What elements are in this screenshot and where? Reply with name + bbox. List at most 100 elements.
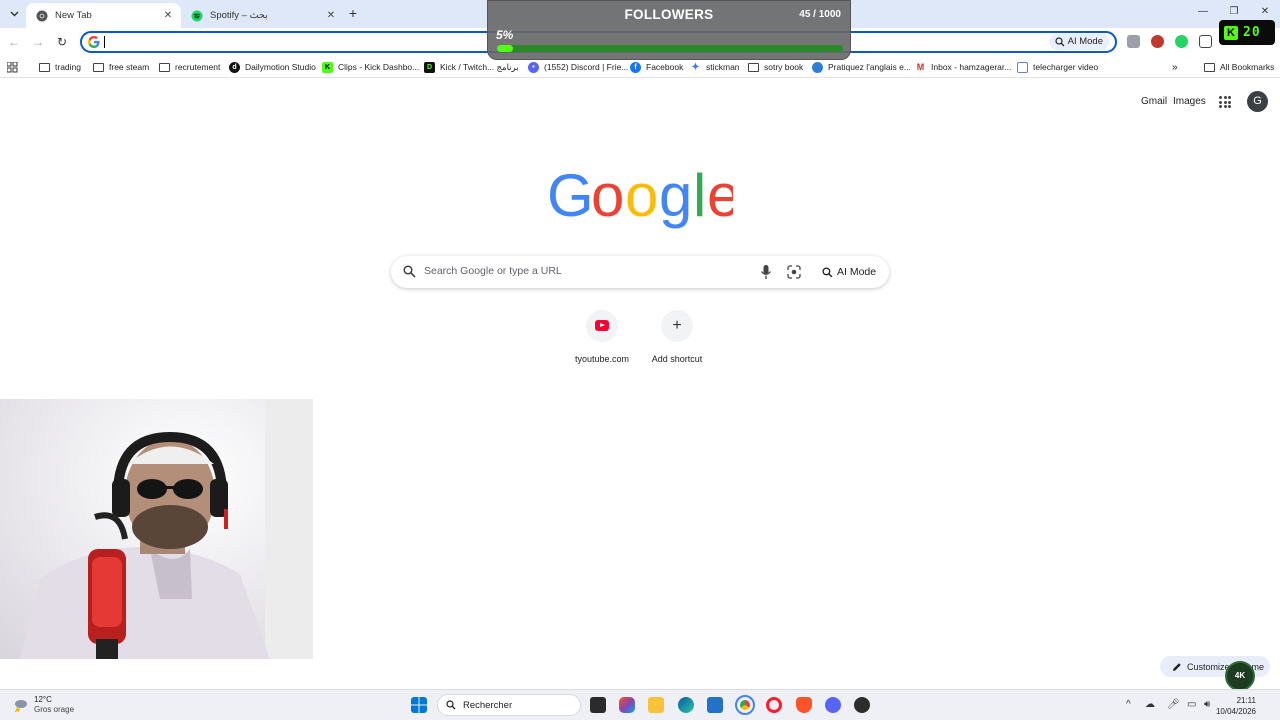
streamer-webcam-image	[0, 399, 313, 659]
file-explorer-icon[interactable]	[648, 697, 664, 713]
bookmark-sotry-book[interactable]: sotry book	[748, 60, 803, 74]
avatar[interactable]: G	[1247, 91, 1268, 112]
onedrive-icon[interactable]: ☁	[1145, 699, 1155, 710]
images-link[interactable]: Images	[1173, 96, 1206, 107]
globe-icon	[812, 61, 823, 73]
ai-mode-button[interactable]: AI Mode	[814, 260, 884, 284]
edge-icon[interactable]	[678, 697, 694, 713]
bookmark-kick-clips[interactable]: K Clips - Kick Dashbo...	[322, 60, 419, 74]
chevron-down-icon	[10, 11, 18, 17]
minimize-button[interactable]: —	[1195, 6, 1211, 17]
bookmark-kick-twitch[interactable]: D Kick / Twitch... برنامج	[424, 60, 519, 74]
microphone-icon[interactable]	[759, 264, 773, 280]
microphone-icon[interactable]: 🎤︎	[1167, 699, 1180, 710]
plus-icon: +	[672, 317, 682, 334]
weather-temperature: 12°C	[34, 695, 52, 704]
gmail-link[interactable]: Gmail	[1141, 96, 1167, 107]
bookmark-inbox[interactable]: M Inbox - hamzagerar...	[915, 60, 1011, 74]
extension-icon[interactable]	[1127, 35, 1140, 48]
bookmark-label: Pratiquez l'anglais e...	[828, 62, 911, 72]
google-lens-icon[interactable]	[787, 265, 801, 279]
copilot-icon[interactable]	[619, 697, 635, 713]
google-apps-icon[interactable]	[1219, 96, 1231, 108]
followers-title: FOLLOWERS	[624, 7, 714, 22]
windows-start-icon[interactable]	[411, 697, 427, 713]
network-icon[interactable]: ▭	[1187, 699, 1196, 710]
gmail-icon: M	[915, 61, 926, 73]
tab-new-tab[interactable]: New Tab ✕	[26, 3, 181, 28]
folder-icon	[39, 62, 50, 72]
kick-icon: K	[322, 61, 333, 73]
search-icon	[446, 700, 456, 710]
weather-widget[interactable]: 12°C Gros orage	[12, 695, 74, 715]
whatsapp-extension-icon[interactable]	[1175, 35, 1188, 48]
system-clock[interactable]: 21:11 10/04/2026	[1216, 695, 1256, 717]
forward-button[interactable]: →	[30, 34, 46, 50]
tab-title: New Tab	[55, 10, 92, 21]
shortcut-youtube[interactable]: tyoutube.com	[562, 310, 642, 364]
bookmark-label: telecharger video	[1033, 62, 1099, 72]
kick-viewer-widget: K 20	[1219, 20, 1275, 45]
svg-text:e: e	[707, 162, 733, 229]
bookmark-telecharger[interactable]: telecharger video	[1017, 60, 1098, 74]
taskbar-search-label: Rechercher	[463, 699, 513, 711]
clock-date: 10/04/2026	[1215, 707, 1256, 716]
folder-icon	[159, 62, 170, 72]
bookmark-label: Clips - Kick Dashbo...	[338, 62, 420, 72]
tray-overflow-icon[interactable]: ^	[1126, 699, 1131, 710]
followers-goal-overlay: FOLLOWERS 45 / 1000 5%	[487, 0, 851, 60]
discord-icon[interactable]	[825, 697, 841, 713]
bookmark-free-steam[interactable]: free steam	[93, 60, 149, 74]
svg-text:o: o	[591, 162, 624, 229]
discord-icon: •	[528, 61, 539, 73]
folder-icon	[748, 62, 759, 72]
chrome-icon	[36, 10, 48, 21]
stream-quality-badge: 4K	[1225, 661, 1255, 691]
bookmark-discord[interactable]: • (1552) Discord | Frie...	[528, 60, 628, 74]
bookmark-label: sotry book	[764, 62, 804, 72]
new-tab-button[interactable]: +	[345, 5, 361, 21]
bookmark-stickman[interactable]: ✦ stickman	[690, 60, 739, 74]
bookmark-label: Kick / Twitch... برنامج	[440, 61, 519, 72]
bookmark-trading[interactable]: trading	[39, 60, 81, 74]
followers-progress-fill	[497, 45, 513, 52]
chrome-icon[interactable]	[735, 695, 755, 715]
bookmark-recrutement[interactable]: recrutement	[159, 60, 220, 74]
weather-description: Gros orage	[34, 705, 75, 714]
apps-shortcut[interactable]	[7, 60, 18, 74]
close-icon[interactable]: ✕	[324, 9, 338, 23]
clock-time: 21:11	[1236, 696, 1256, 705]
store-icon[interactable]	[707, 697, 723, 713]
bookmark-dailymotion[interactable]: d Dailymotion Studio	[229, 60, 316, 74]
back-button[interactable]: ←	[6, 34, 22, 50]
youtube-icon	[595, 320, 609, 331]
opera-icon[interactable]	[766, 697, 782, 713]
add-shortcut-button[interactable]: + Add shortcut	[637, 310, 717, 364]
close-window-button[interactable]: ✕	[1257, 6, 1273, 17]
reload-button[interactable]: ↻	[54, 34, 70, 50]
folder-icon	[93, 62, 104, 72]
brave-icon[interactable]	[796, 697, 812, 713]
ai-mode-label: AI Mode	[1067, 36, 1103, 47]
taskbar-search-box[interactable]: Rechercher	[437, 694, 581, 716]
google-search-box[interactable]: Search Google or type a URL AI Mode	[391, 256, 889, 288]
bookmark-facebook[interactable]: f Facebook	[630, 60, 683, 74]
tab-search-button[interactable]	[6, 6, 22, 22]
omnibox-ai-mode-button[interactable]: AI Mode	[1048, 34, 1109, 50]
close-icon[interactable]: ✕	[161, 9, 175, 23]
search-placeholder: Search Google or type a URL	[424, 265, 562, 277]
all-bookmarks-button[interactable]: All Bookmarks	[1204, 60, 1274, 74]
search-icon	[403, 265, 416, 278]
task-view-icon[interactable]	[590, 697, 606, 713]
followers-percent: 5%	[496, 28, 514, 42]
tab-spotify[interactable]: Spotify – بحث ✕	[181, 3, 344, 28]
ladybug-extension-icon[interactable]	[1151, 35, 1164, 48]
text-caret	[104, 36, 105, 48]
google-g-icon	[88, 36, 100, 48]
obs-icon[interactable]	[854, 697, 870, 713]
restore-button[interactable]: ❐	[1226, 6, 1242, 17]
extensions-puzzle-icon[interactable]	[1199, 35, 1212, 48]
bookmarks-overflow-button[interactable]: »	[1172, 60, 1178, 74]
bookmark-pratiquez[interactable]: Pratiquez l'anglais e...	[812, 60, 911, 74]
volume-icon[interactable]: 🔊︎	[1204, 699, 1210, 710]
